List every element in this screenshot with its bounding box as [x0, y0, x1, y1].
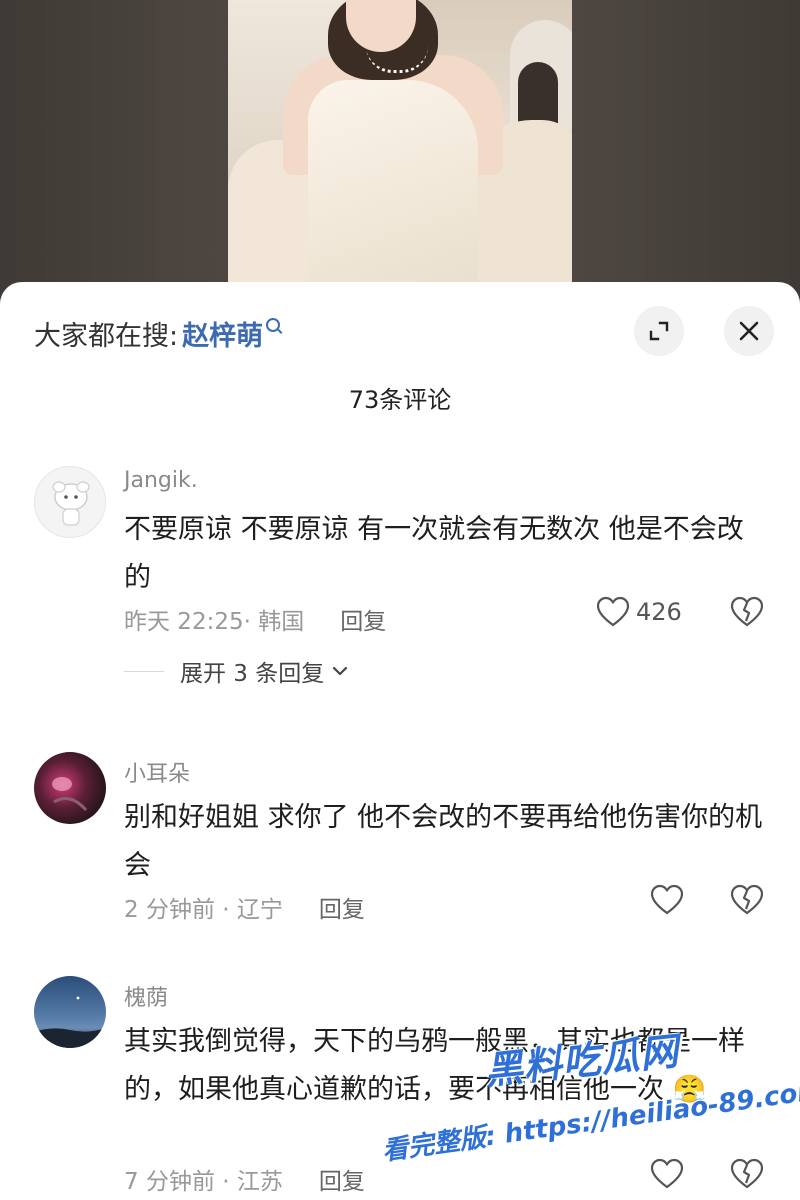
- close-button[interactable]: [724, 306, 774, 356]
- video-background[interactable]: [0, 0, 800, 300]
- broken-heart-icon[interactable]: [730, 596, 764, 628]
- trending-search-keyword[interactable]: 赵梓萌: [182, 314, 263, 353]
- comment-time-location: 昨天 22:25· 韩国: [124, 609, 305, 635]
- video-thumbnail: [228, 0, 572, 284]
- expand-replies-button[interactable]: 展开 3 条回复: [124, 654, 348, 688]
- avatar[interactable]: [34, 752, 106, 824]
- comment-time-location: 2 分钟前 · 辽宁: [124, 897, 283, 923]
- comment-item: 小耳朵 别和好姐姐 求你了 他不会改的不要再给他伤害你的机会 2 分钟前 · 辽…: [0, 752, 800, 952]
- avatar[interactable]: [34, 976, 106, 1048]
- reply-button[interactable]: 回复: [340, 602, 386, 636]
- expand-icon: [649, 321, 669, 341]
- avatar[interactable]: [34, 466, 106, 538]
- video-dress: [308, 80, 478, 284]
- comment-text: 不要原谅 不要原谅 有一次就会有无数次 他是不会改的: [124, 514, 744, 593]
- comment-meta: 2 分钟前 · 辽宁 回复: [124, 890, 365, 924]
- comment-username[interactable]: Jangik.: [124, 468, 198, 493]
- avatar-image: [34, 996, 106, 1048]
- avatar-image: [52, 777, 88, 812]
- avatar-image: [52, 481, 90, 526]
- comment-username[interactable]: 槐荫: [124, 980, 168, 1012]
- comment-count: 73条评论: [348, 386, 452, 414]
- comment-username[interactable]: 小耳朵: [124, 756, 190, 788]
- like-button[interactable]: 426: [596, 596, 682, 628]
- comment-meta: 7 分钟前 · 江苏 回复: [124, 1162, 365, 1196]
- comment-item: Jangik. 不要原谅 不要原谅 有一次就会有无数次 他是不会改的 昨天 22…: [0, 464, 800, 704]
- chevron-down-icon: [333, 666, 348, 676]
- trending-search[interactable]: 大家都在搜: 赵梓萌: [34, 310, 281, 356]
- reply-button[interactable]: 回复: [319, 890, 365, 924]
- comment-meta: 昨天 22:25· 韩国 回复: [124, 602, 386, 636]
- reply-button[interactable]: 回复: [319, 1162, 365, 1196]
- expand-replies-label: 展开 3 条回复: [180, 661, 325, 687]
- expand-button[interactable]: [634, 306, 684, 356]
- broken-heart-icon[interactable]: [730, 884, 764, 916]
- comment-time-location: 7 分钟前 · 江苏: [124, 1169, 283, 1195]
- close-icon: [739, 321, 759, 341]
- trending-search-prefix: 大家都在搜:: [34, 320, 179, 352]
- heart-outline-icon: [596, 596, 630, 627]
- comment-text: 别和好姐姐 求你了 他不会改的不要再给他伤害你的机会: [124, 802, 763, 881]
- broken-heart-icon[interactable]: [730, 1158, 764, 1190]
- search-icon: [266, 318, 281, 332]
- heart-outline-icon[interactable]: [650, 884, 684, 916]
- heart-outline-icon[interactable]: [650, 1158, 684, 1190]
- like-count: 426: [636, 598, 682, 626]
- expand-replies-divider: [124, 670, 164, 672]
